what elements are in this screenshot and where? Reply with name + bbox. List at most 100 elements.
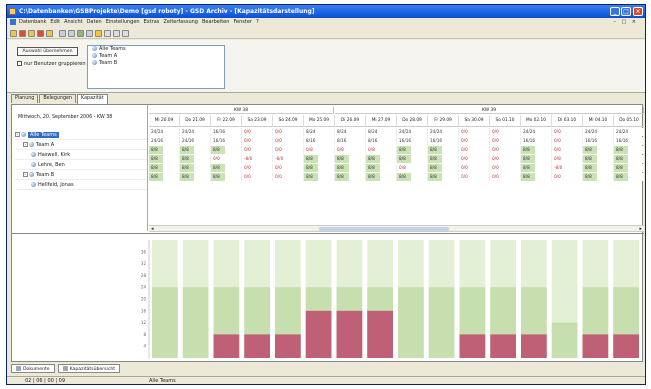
toolbar-search-icon[interactable] bbox=[122, 30, 129, 37]
day-header[interactable]: Fr 22.09 bbox=[211, 115, 242, 127]
maximize-icon[interactable]: □ bbox=[621, 7, 631, 16]
tree-node[interactable]: Lehre, Ben bbox=[15, 160, 147, 170]
title-bar[interactable]: C:\Datenbanken\GSBProjekte\Demo [gsd rob… bbox=[7, 5, 645, 18]
capacity-cell[interactable]: 16/16 bbox=[428, 137, 459, 145]
capacity-cell[interactable]: 8/8 bbox=[211, 173, 242, 181]
capacity-cell[interactable]: 16/16 bbox=[211, 137, 242, 145]
capacity-cell[interactable]: 8/8 bbox=[583, 155, 614, 163]
capacity-cell[interactable]: 0/8 bbox=[397, 164, 428, 172]
day-header[interactable]: Fr 29.09 bbox=[428, 115, 459, 127]
tree-node[interactable]: - Team B bbox=[15, 170, 147, 180]
capacity-cell[interactable]: 0/0 bbox=[273, 164, 304, 172]
capacity-cell[interactable]: 0/0 bbox=[273, 128, 304, 136]
toolbar-new-icon[interactable] bbox=[46, 30, 53, 37]
menu-item[interactable]: Ansicht bbox=[64, 19, 82, 25]
capacity-cell[interactable]: 24/24 bbox=[180, 128, 211, 136]
capacity-cell[interactable]: 8/8 bbox=[304, 164, 335, 172]
tree-node[interactable]: Haswell, Kirk bbox=[15, 150, 147, 160]
day-header[interactable]: Do 21.09 bbox=[180, 115, 211, 127]
day-header[interactable]: Mo 25.09 bbox=[304, 115, 335, 127]
group-users-checkbox[interactable]: nur Benutzer gruppieren bbox=[17, 61, 86, 68]
capacity-cell[interactable]: 24/24 bbox=[583, 128, 614, 136]
capacity-cell[interactable]: 8/8 bbox=[335, 164, 366, 172]
minimize-icon[interactable]: _ bbox=[610, 7, 620, 16]
capacity-cell[interactable]: 8/24 bbox=[304, 128, 335, 136]
capacity-cell[interactable]: 8/8 bbox=[211, 146, 242, 154]
document-tab[interactable]: Dokumente bbox=[11, 364, 55, 373]
capacity-cell[interactable]: 8/16 bbox=[335, 137, 366, 145]
capacity-cell[interactable]: 8/8 bbox=[180, 173, 211, 181]
day-header[interactable]: Mi 04.10 bbox=[583, 115, 614, 127]
capacity-cell[interactable]: 24/24 bbox=[428, 128, 459, 136]
menu-item[interactable]: ? bbox=[256, 19, 259, 25]
capacity-cell[interactable]: 8/8 bbox=[428, 146, 459, 154]
horizontal-scrollbar[interactable]: ◂ ▸ bbox=[149, 225, 644, 232]
capacity-cell[interactable]: 0/0 bbox=[459, 128, 490, 136]
capacity-cell[interactable]: 8/8 bbox=[211, 164, 242, 172]
capacity-cell[interactable]: 0/0 bbox=[273, 146, 304, 154]
menu-item[interactable]: Zeiterfassung bbox=[163, 19, 198, 25]
capacity-cell[interactable]: 16/16 bbox=[397, 137, 428, 145]
capacity-cell[interactable]: 8/8 bbox=[180, 164, 211, 172]
capacity-cell[interactable]: -8/0 bbox=[242, 155, 273, 163]
day-header[interactable]: Di 26.09 bbox=[335, 115, 366, 127]
capacity-cell[interactable]: 8/8 bbox=[397, 173, 428, 181]
toolbar-grid-icon[interactable] bbox=[86, 30, 93, 37]
scroll-left-icon[interactable]: ◂ bbox=[151, 226, 154, 232]
tree-node[interactable]: Hellfeld, Jonas bbox=[15, 180, 147, 190]
capacity-cell[interactable]: 0/0 bbox=[459, 146, 490, 154]
capacity-cell[interactable]: 0/0 bbox=[490, 146, 521, 154]
collapse-icon[interactable]: - bbox=[23, 172, 28, 177]
capacity-cell[interactable]: 0/8 bbox=[335, 146, 366, 154]
capacity-cell[interactable]: 8/8 bbox=[180, 146, 211, 154]
capacity-cell[interactable]: 0/0 bbox=[459, 164, 490, 172]
capacity-cell[interactable]: 8/8 bbox=[335, 173, 366, 181]
toolbar-print-icon[interactable] bbox=[59, 30, 66, 37]
capacity-cell[interactable]: 8/8 bbox=[614, 155, 644, 163]
capacity-cell[interactable]: 8/8 bbox=[428, 164, 459, 172]
capacity-cell[interactable]: 0/0 bbox=[242, 128, 273, 136]
day-header[interactable]: Sa 23.09 bbox=[242, 115, 273, 127]
toolbar-folder-icon[interactable] bbox=[10, 30, 17, 37]
capacity-cell[interactable]: 16/16 bbox=[583, 137, 614, 145]
capacity-cell[interactable]: 8/8 bbox=[149, 164, 180, 172]
capacity-cell[interactable]: 16/16 bbox=[211, 128, 242, 136]
toolbar-stop-icon[interactable] bbox=[37, 30, 44, 37]
capacity-cell[interactable]: 0/0 bbox=[490, 164, 521, 172]
capacity-cell[interactable]: 8/8 bbox=[521, 155, 552, 163]
tree-node[interactable]: - Alle Teams bbox=[15, 130, 147, 140]
capacity-cell[interactable]: 24/24 bbox=[521, 128, 552, 136]
capacity-cell[interactable]: 0/0 bbox=[490, 137, 521, 145]
capacity-cell[interactable]: 16/16 bbox=[521, 137, 552, 145]
day-header[interactable]: Mi 27.09 bbox=[366, 115, 397, 127]
apply-selection-button[interactable]: Auswahl übernehmen bbox=[17, 47, 78, 56]
capacity-cell[interactable]: 0/0 bbox=[459, 137, 490, 145]
capacity-cell[interactable]: 8/8 bbox=[521, 164, 552, 172]
capacity-cell[interactable]: 8/8 bbox=[614, 146, 644, 154]
collapse-icon[interactable]: - bbox=[15, 132, 20, 137]
menu-item[interactable]: Fenster bbox=[233, 19, 252, 25]
capacity-cell[interactable]: -8/0 bbox=[552, 164, 583, 172]
menu-item[interactable]: Datenbank bbox=[19, 19, 46, 25]
capacity-cell[interactable]: 8/24 bbox=[366, 128, 397, 136]
capacity-cell[interactable]: 8/8 bbox=[583, 146, 614, 154]
capacity-cell[interactable]: 8/8 bbox=[149, 173, 180, 181]
capacity-cell[interactable]: 8/8 bbox=[428, 173, 459, 181]
capacity-cell[interactable]: 8/8 bbox=[366, 173, 397, 181]
day-header[interactable]: Mo 02.10 bbox=[521, 115, 552, 127]
tab-planning[interactable]: Planung bbox=[11, 94, 39, 103]
toolbar-open-icon[interactable] bbox=[28, 30, 35, 37]
capacity-cell[interactable]: 8/8 bbox=[366, 155, 397, 163]
capacity-cell[interactable]: 0/0 bbox=[459, 155, 490, 163]
tab-capacity[interactable]: Kapazität bbox=[77, 94, 108, 104]
capacity-cell[interactable]: 0/0 bbox=[552, 128, 583, 136]
capacity-cell[interactable]: 8/8 bbox=[149, 155, 180, 163]
day-header[interactable]: Do 28.09 bbox=[397, 115, 428, 127]
mdi-controls-icon[interactable]: – □ × bbox=[613, 18, 638, 27]
capacity-cell[interactable]: 24/24 bbox=[614, 128, 644, 136]
capacity-cell[interactable]: 8/8 bbox=[180, 155, 211, 163]
capacity-cell[interactable]: 0/0 bbox=[490, 173, 521, 181]
capacity-cell[interactable]: 24/24 bbox=[397, 128, 428, 136]
close-icon[interactable]: × bbox=[633, 7, 643, 16]
tab-bookings[interactable]: Belegungen bbox=[39, 94, 77, 103]
